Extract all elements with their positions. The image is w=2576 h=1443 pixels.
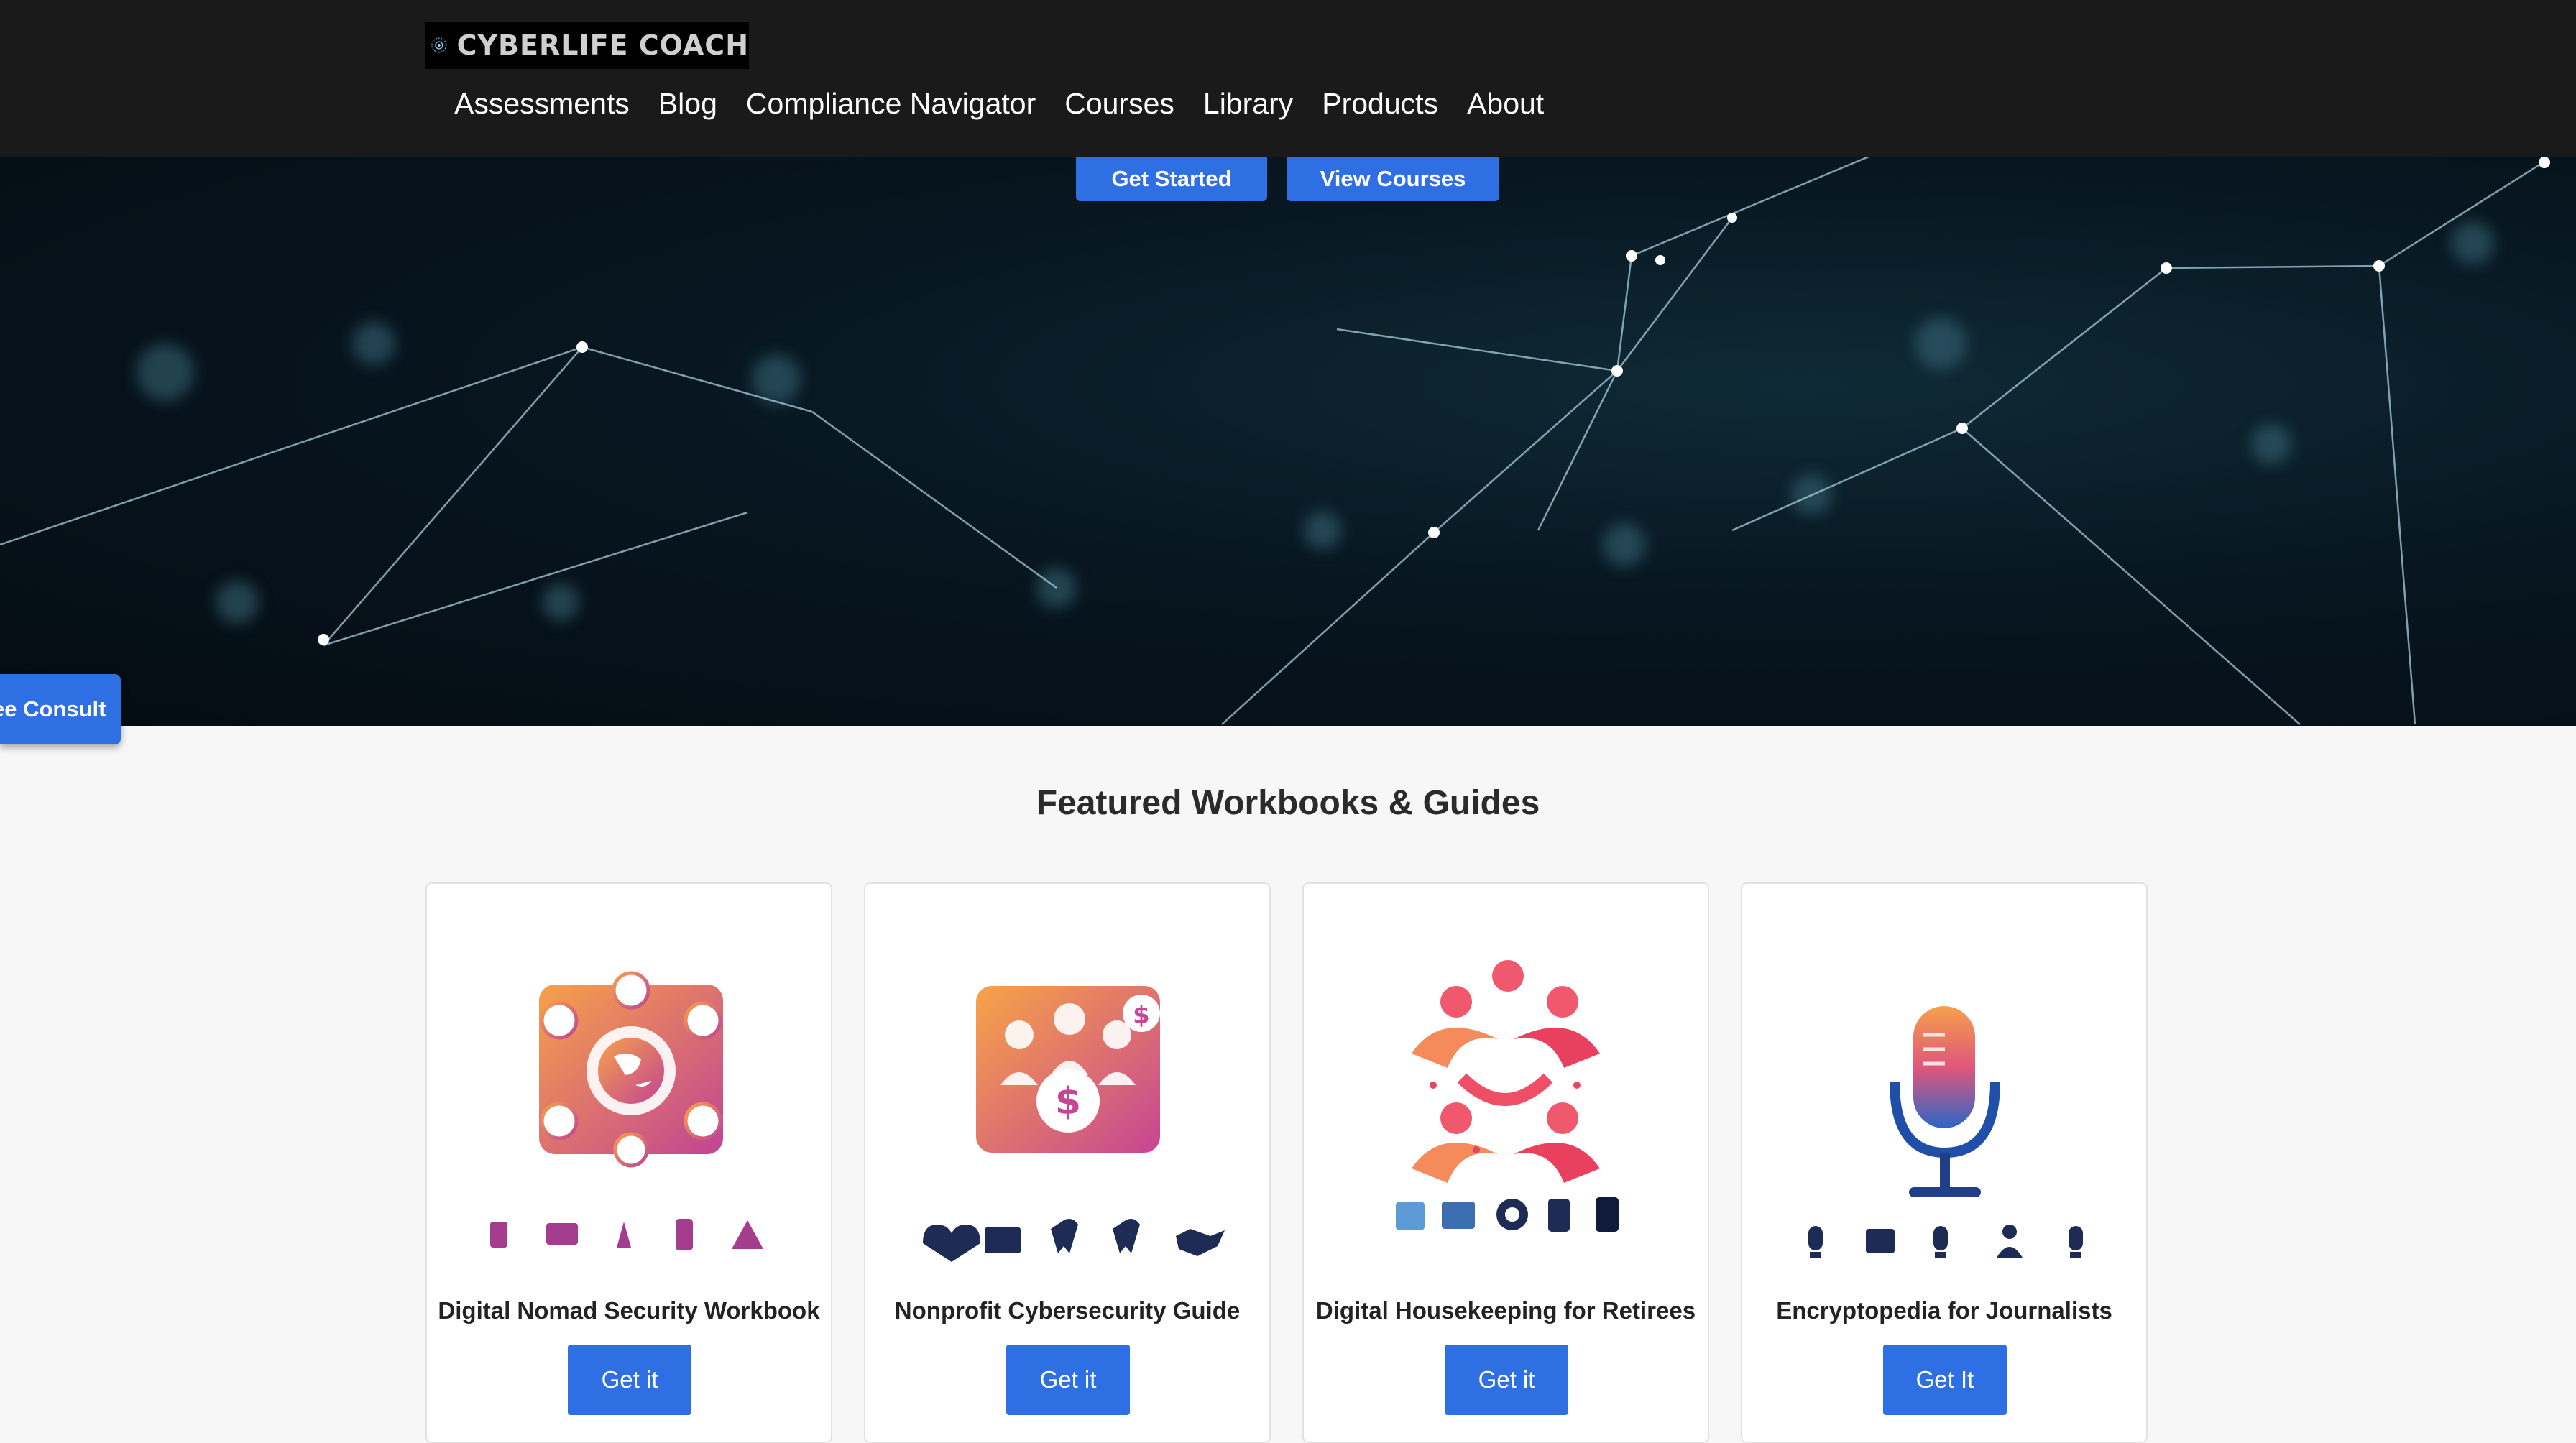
card-title: Nonprofit Cybersecurity Guide — [894, 1297, 1241, 1324]
get-started-button[interactable]: Get Started — [1076, 157, 1267, 201]
card-title: Digital Housekeeping for Retirees — [1315, 1297, 1696, 1324]
nav-compliance-navigator[interactable]: Compliance Navigator — [746, 80, 1036, 126]
view-courses-button[interactable]: View Courses — [1287, 157, 1499, 201]
hero-banner: Get Started View Courses — [0, 157, 2576, 726]
brain-network-icon — [431, 37, 447, 53]
microphone-icon — [1808, 1006, 2083, 1258]
consult-tab-button[interactable]: Free Consult — [0, 674, 121, 744]
product-card: Encryptopedia for Journalists Get It — [1741, 882, 2148, 1443]
get-it-button[interactable]: Get it — [1006, 1345, 1130, 1415]
retirees-icon — [1396, 960, 1619, 1232]
product-card: Digital Housekeeping for Retirees Get it — [1302, 882, 1709, 1443]
brand-logo[interactable]: CYBERLIFE COACH — [426, 22, 749, 69]
product-card: Digital Nomad Security Workbook Get it — [426, 882, 832, 1443]
site-header: CYBERLIFE COACH Assessments Blog Complia… — [0, 0, 2576, 157]
nonprofit-icon: $ $ — [923, 986, 1225, 1262]
network-background — [0, 157, 2550, 725]
svg-text:$: $ — [1055, 1080, 1081, 1123]
card-title: Encryptopedia for Journalists — [1776, 1297, 2112, 1324]
nav-courses[interactable]: Courses — [1064, 80, 1174, 126]
consult-tab-label: Free Consult — [0, 696, 106, 722]
get-it-button[interactable]: Get it — [568, 1345, 691, 1415]
brand-name: CYBERLIFE COACH — [456, 29, 749, 61]
svg-text:$: $ — [1133, 1001, 1150, 1030]
nav-assessments[interactable]: Assessments — [454, 80, 630, 126]
get-it-button[interactable]: Get It — [1883, 1345, 2007, 1415]
nav-blog[interactable]: Blog — [658, 80, 717, 126]
nav-library[interactable]: Library — [1203, 80, 1293, 126]
nav-about[interactable]: About — [1467, 80, 1544, 126]
digital-nomad-icon — [490, 971, 763, 1250]
nav-products[interactable]: Products — [1322, 80, 1438, 126]
product-card: $ $ Nonprofit Cybersecurity Guide Get it — [864, 882, 1271, 1443]
card-title: Digital Nomad Security Workbook — [438, 1297, 820, 1324]
get-it-button[interactable]: Get it — [1445, 1345, 1568, 1415]
featured-heading: Featured Workbooks & Guides — [1036, 784, 1540, 822]
main-nav: Assessments Blog Compliance Navigator Co… — [454, 80, 1544, 126]
